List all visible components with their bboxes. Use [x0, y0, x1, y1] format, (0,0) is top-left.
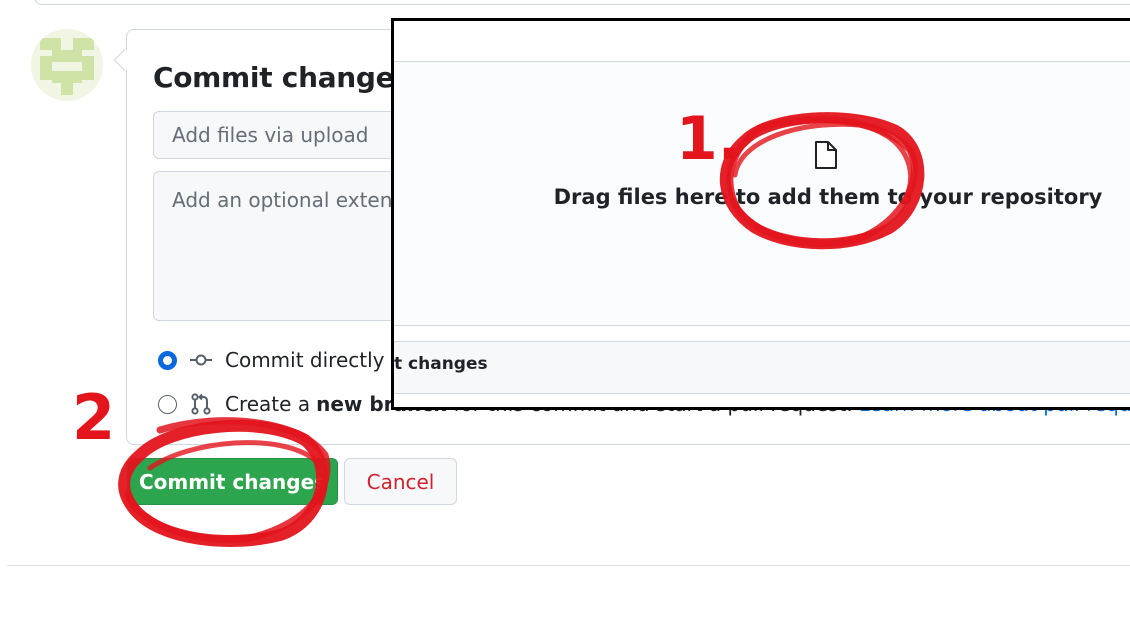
commit-directly-radio[interactable] — [158, 350, 177, 370]
annotation-step-1: 1. — [676, 104, 741, 174]
drop-zone-text: Drag files here to add them to your repo… — [553, 185, 1103, 209]
footer-divider — [7, 565, 1130, 566]
inset-divider-bottom — [394, 325, 1130, 326]
inset-strip-text: t changes — [394, 354, 488, 374]
previous-panel-edge — [34, 0, 1130, 5]
inset-commit-strip: t changes — [394, 341, 1130, 394]
new-branch-radio[interactable] — [158, 394, 177, 414]
upload-panel-inset: Drag files here to add them to your repo… — [391, 18, 1130, 410]
file-icon — [813, 140, 839, 175]
git-pull-request-icon — [189, 392, 213, 416]
git-commit-icon — [189, 348, 213, 372]
commit-directly-option[interactable]: Commit directly to — [158, 347, 411, 373]
cancel-button[interactable]: Cancel — [344, 458, 457, 505]
annotation-step-2: 2 — [72, 381, 116, 454]
new-branch-label-prefix: Create a — [225, 392, 311, 416]
commit-form-title: Commit changes — [153, 61, 411, 94]
commit-changes-button[interactable]: Commit changes — [127, 458, 338, 505]
commit-directly-label: Commit directly to — [225, 348, 411, 372]
avatar[interactable] — [31, 29, 103, 101]
